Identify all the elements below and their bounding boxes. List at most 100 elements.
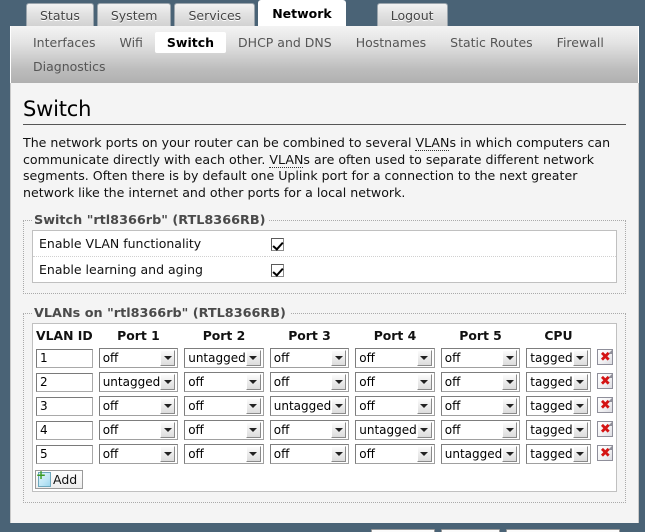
vlan-id-input[interactable] [36, 372, 93, 392]
vlan-id-cell [33, 346, 96, 370]
port-1-select[interactable]: off [98, 396, 179, 416]
cpu-select[interactable]: tagged [526, 396, 591, 416]
chevron-down-icon [416, 398, 432, 414]
triangle-glyph [420, 428, 429, 432]
port-3-select[interactable]: untagged [269, 396, 350, 416]
subnav-item-firewall[interactable]: Firewall [545, 32, 616, 53]
port-2-select-value: untagged [188, 351, 246, 365]
port-2-select[interactable]: off [184, 372, 264, 392]
table-row: off off untagged off off tagged ✖ [33, 394, 616, 418]
page-description: The network ports on your router can be … [23, 135, 626, 201]
col-header-port-3: Port 3 [288, 328, 331, 343]
subnav-item-diagnostics[interactable]: Diagnostics [21, 56, 118, 77]
port-1-select[interactable]: off [98, 444, 179, 464]
cpu-select[interactable]: tagged [526, 444, 591, 464]
port-5-select[interactable]: untagged [440, 444, 521, 464]
port-5-select[interactable]: off [440, 420, 521, 440]
col-header-port-5: Port 5 [459, 328, 502, 343]
port-5-select[interactable]: off [440, 372, 521, 392]
delete-vlan-button[interactable]: ✖ [596, 372, 613, 389]
port-3-select-value: off [273, 423, 290, 437]
option-value-enable-vlan [264, 230, 617, 257]
abbr-vlan-1: VLAN [415, 135, 450, 151]
chevron-down-icon [245, 350, 261, 366]
option-label-enable-vlan: Enable VLAN functionality [32, 230, 265, 257]
chevron-down-icon [572, 374, 588, 390]
port-4-cell: off [352, 370, 438, 394]
port-2-cell: off [181, 418, 267, 442]
vlan-table-body: offuntaggedoffoffofftagged✖untaggedoffof… [33, 346, 616, 466]
triangle-glyph [576, 356, 585, 360]
vlan-id-input[interactable] [36, 444, 93, 464]
vlan-id-input[interactable] [36, 348, 93, 368]
port-3-select[interactable]: off [269, 348, 350, 368]
delete-page-icon: ✖ [599, 445, 611, 461]
vlan-id-input[interactable] [36, 396, 93, 416]
port-5-select[interactable]: off [440, 396, 521, 416]
subnav-item-wifi[interactable]: Wifi [107, 32, 154, 53]
actions-cell: ✖ [594, 370, 616, 394]
port-3-select[interactable]: off [269, 420, 350, 440]
delete-vlan-button[interactable]: ✖ [596, 420, 613, 437]
port-1-select[interactable]: untagged [98, 372, 179, 392]
vlan-id-cell [33, 418, 96, 442]
chevron-down-icon [160, 350, 176, 366]
port-4-select[interactable]: off [355, 444, 435, 464]
col-header-port-1: Port 1 [117, 328, 160, 343]
triangle-glyph [420, 380, 429, 384]
nav-tab-system[interactable]: System [96, 3, 172, 26]
browser-page: Status System Services Network Logout In… [0, 0, 645, 532]
delete-vlan-button[interactable]: ✖ [596, 444, 613, 461]
port-5-select[interactable]: off [440, 348, 521, 368]
port-1-select-value: off [102, 447, 119, 461]
add-page-icon: + [36, 469, 51, 487]
port-4-select[interactable]: untagged [355, 420, 435, 440]
nav-tab-logout[interactable]: Logout [376, 3, 448, 26]
cpu-select[interactable]: tagged [526, 420, 591, 440]
subnav-item-static-routes[interactable]: Static Routes [438, 32, 545, 53]
chevron-down-icon [502, 374, 518, 390]
port-4-select[interactable]: off [355, 348, 435, 368]
col-header-port-4: Port 4 [373, 328, 417, 343]
port-4-select[interactable]: off [355, 372, 435, 392]
port-2-select[interactable]: untagged [184, 348, 264, 368]
port-2-select-value: off [188, 423, 204, 437]
port-3-cell: off [267, 442, 353, 466]
port-2-select[interactable]: off [184, 420, 264, 440]
nav-tab-status[interactable]: Status [26, 3, 94, 26]
table-row: untagged off off off off tagged ✖ [33, 370, 616, 394]
add-vlan-button[interactable]: + Add [35, 469, 84, 489]
port-4-select[interactable]: off [355, 396, 435, 416]
triangle-glyph [163, 356, 172, 360]
actions-cell: ✖ [594, 418, 616, 442]
port-1-select[interactable]: off [98, 420, 179, 440]
chevron-down-icon [331, 422, 347, 438]
subnav-item-hostnames[interactable]: Hostnames [344, 32, 438, 53]
subnav-item-switch[interactable]: Switch [154, 31, 227, 53]
enable-vlan-functionality-checkbox[interactable] [270, 238, 284, 251]
nav-tab-services[interactable]: Services [174, 3, 256, 26]
vlan-id-input[interactable] [36, 420, 93, 440]
triangle-glyph [420, 404, 429, 408]
triangle-glyph [576, 404, 585, 408]
subnav-item-interfaces[interactable]: Interfaces [21, 32, 107, 53]
delete-vlan-button[interactable]: ✖ [596, 396, 613, 413]
port-3-cell: off [267, 370, 353, 394]
title-divider [23, 124, 626, 125]
cpu-select[interactable]: tagged [526, 348, 591, 368]
triangle-glyph [334, 404, 343, 408]
port-3-select[interactable]: off [269, 372, 350, 392]
port-3-select[interactable]: off [269, 444, 350, 464]
nav-tab-network[interactable]: Network [258, 0, 346, 26]
port-2-select[interactable]: off [184, 444, 264, 464]
subnav-item-dhcp-and-dns[interactable]: DHCP and DNS [226, 32, 344, 53]
port-2-select[interactable]: off [184, 396, 264, 416]
cpu-select[interactable]: tagged [526, 372, 591, 392]
col-header-cpu: CPU [544, 328, 573, 343]
port-3-select-value: off [273, 447, 290, 461]
port-1-select[interactable]: off [98, 348, 179, 368]
delete-vlan-button[interactable]: ✖ [596, 348, 613, 365]
enable-learning-and-aging-checkbox[interactable] [270, 264, 284, 277]
port-1-select-value: off [102, 399, 119, 413]
port-4-select-value: off [359, 351, 375, 365]
